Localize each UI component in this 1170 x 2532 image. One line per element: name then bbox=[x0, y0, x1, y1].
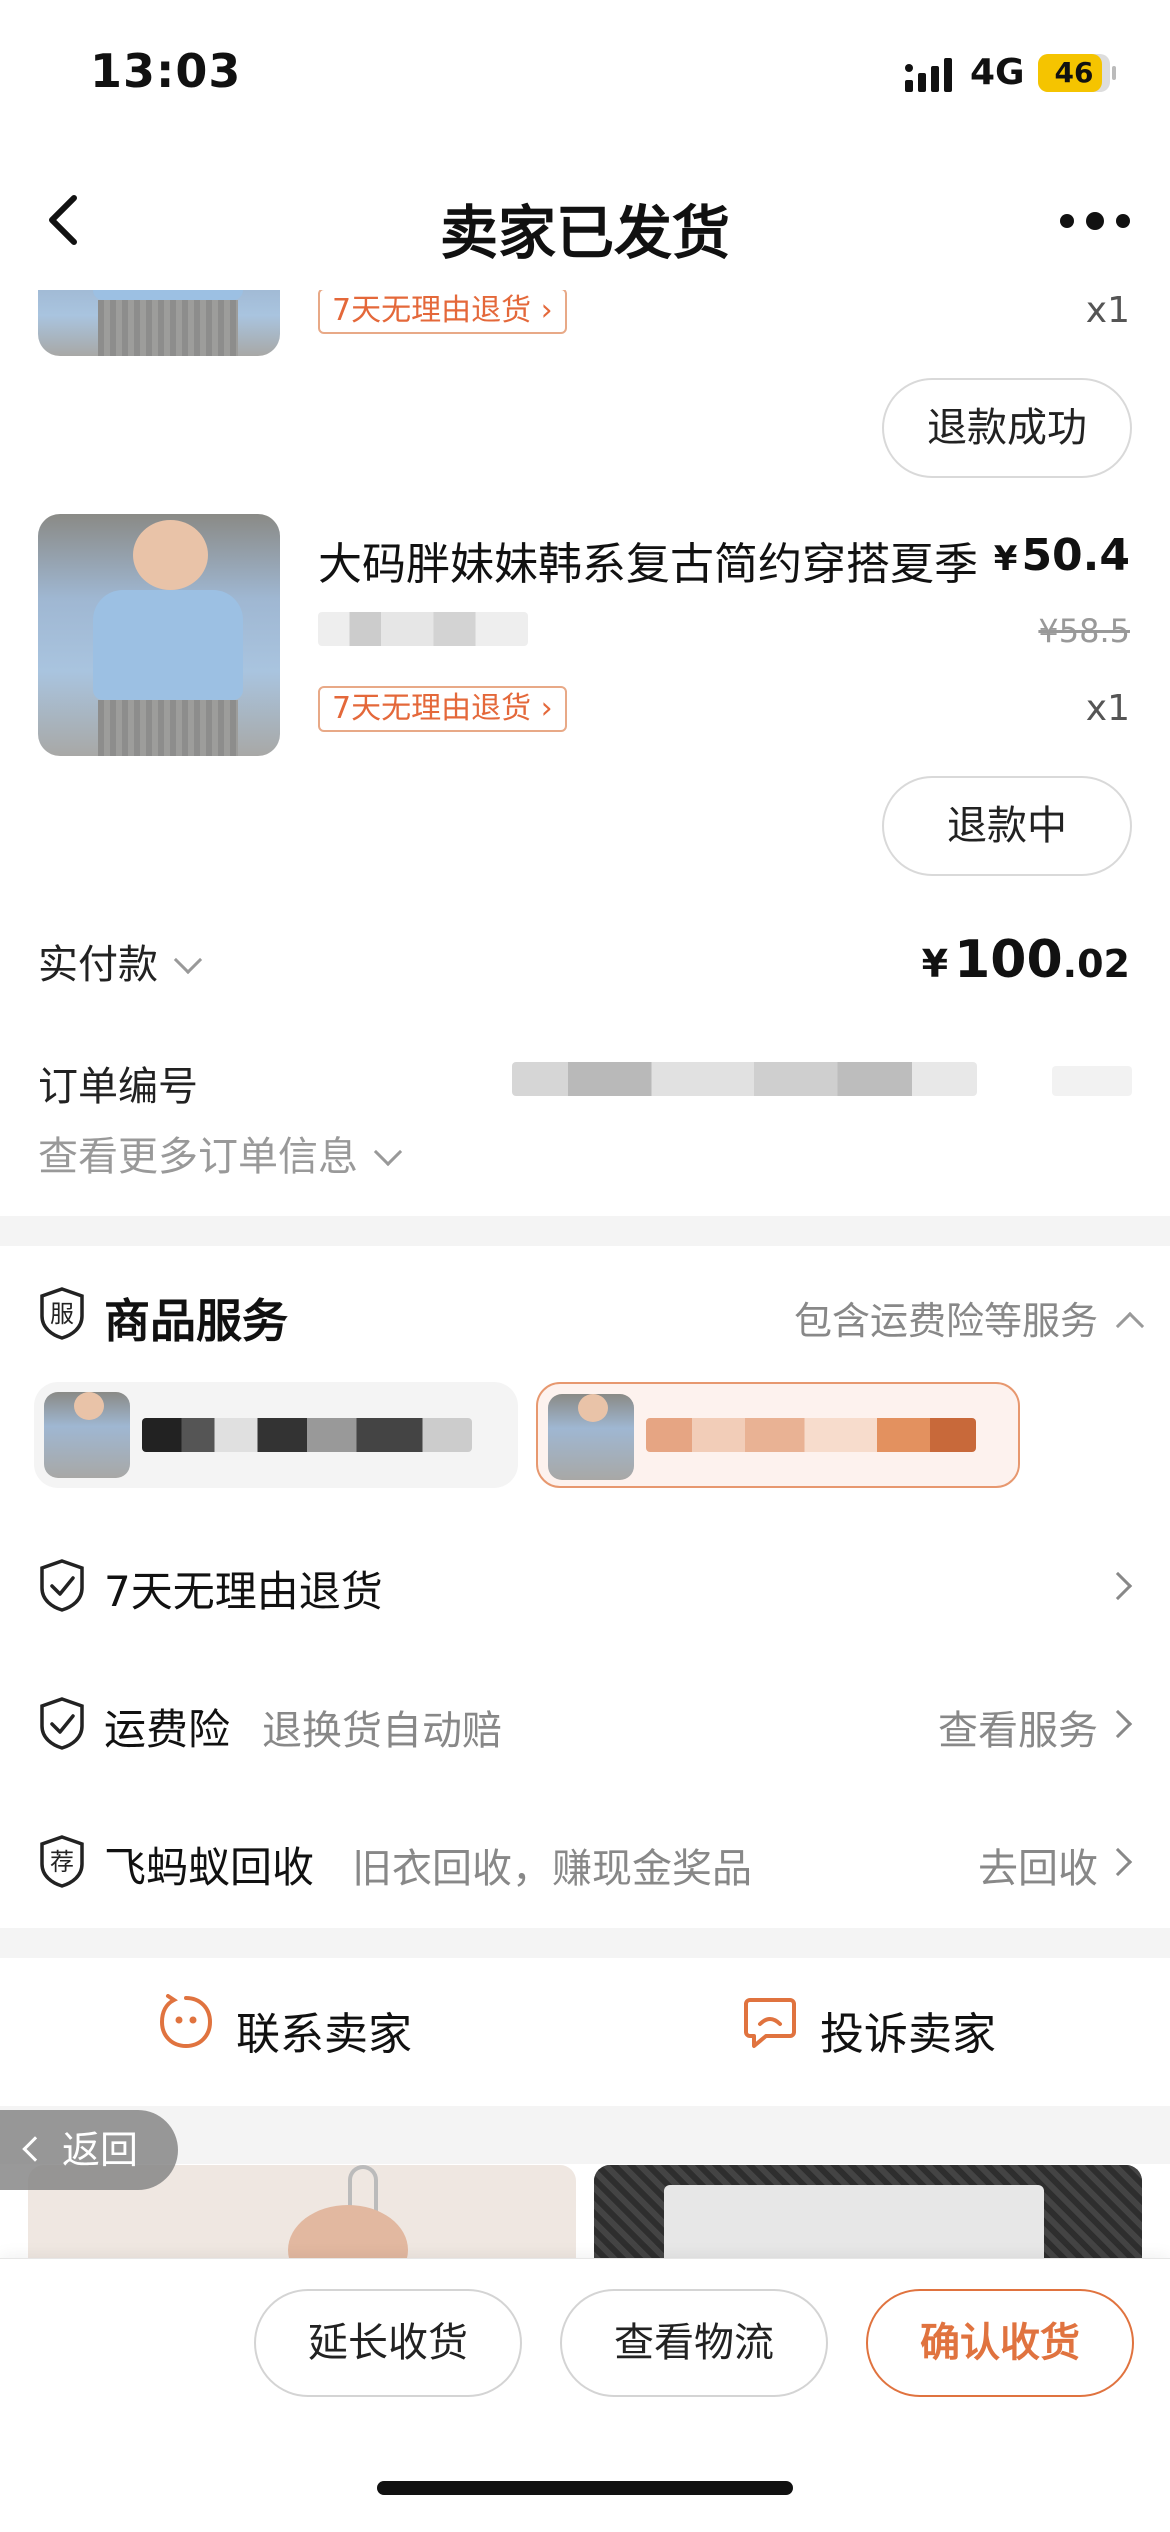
shield-check-icon bbox=[40, 1697, 84, 1750]
return-policy-tag: 7天无理由退货 › bbox=[318, 686, 567, 732]
refund-success-button[interactable]: 退款成功 bbox=[882, 378, 1132, 478]
product-spec-redacted bbox=[318, 612, 528, 646]
service-description: 退换货自动赔 bbox=[262, 1708, 502, 1754]
product-name[interactable]: 大码胖妹妹韩系复古简约穿搭夏季 bbox=[318, 528, 978, 592]
status-bar: 13:03 4G 46 bbox=[0, 0, 1170, 150]
recommend-badge-icon: 荐 bbox=[40, 1835, 84, 1888]
recycle-link[interactable]: 去回收 bbox=[978, 1836, 1098, 1894]
network-type: 4G bbox=[970, 52, 1025, 93]
svg-text:荐: 荐 bbox=[50, 1848, 74, 1876]
confirm-receipt-button[interactable]: 确认收货 bbox=[866, 2289, 1134, 2397]
battery-icon: 46 bbox=[1038, 54, 1110, 92]
paid-amount-label[interactable]: 实付款 bbox=[38, 932, 203, 990]
section-divider bbox=[0, 1216, 1170, 1246]
chevron-right-icon bbox=[1103, 1571, 1133, 1601]
navigation-bar: 卖家已发货 bbox=[0, 150, 1170, 290]
more-order-info-link[interactable]: 查看更多订单信息 bbox=[38, 1124, 403, 1182]
refund-in-progress-button[interactable]: 退款中 bbox=[882, 776, 1132, 876]
svg-text:服: 服 bbox=[50, 1300, 74, 1328]
view-logistics-button[interactable]: 查看物流 bbox=[560, 2289, 828, 2397]
product-thumbnail[interactable] bbox=[38, 514, 280, 756]
product-price: ¥50.4 bbox=[993, 530, 1130, 581]
service-product-chip-selected[interactable] bbox=[536, 1382, 1020, 1488]
service-badge-icon: 服 bbox=[40, 1287, 84, 1340]
chat-face-icon bbox=[159, 1994, 213, 2049]
service-row-return[interactable]: 7天无理由退货 bbox=[0, 1546, 1170, 1626]
order-number-label: 订单编号 bbox=[38, 1064, 198, 1110]
home-indicator bbox=[377, 2481, 793, 2495]
bottom-action-bar: 延长收货 查看物流 确认收货 bbox=[0, 2258, 1170, 2532]
chevron-right-icon bbox=[1103, 1847, 1133, 1877]
service-row-recycle[interactable]: 荐 飞蚂蚁回收 旧衣回收，赚现金奖品 去回收 bbox=[0, 1822, 1170, 1902]
cellular-signal-icon bbox=[905, 58, 952, 92]
item-quantity: x1 bbox=[1085, 290, 1130, 331]
section-divider bbox=[0, 1928, 1170, 1958]
service-section-title: 商品服务 bbox=[104, 1294, 288, 1348]
extend-receipt-button[interactable]: 延长收货 bbox=[254, 2289, 522, 2397]
chevron-down-icon bbox=[373, 1137, 403, 1167]
more-dots-icon[interactable] bbox=[1055, 198, 1135, 244]
complain-seller-button[interactable]: 投诉卖家 bbox=[742, 1990, 1042, 2070]
paid-amount: ¥100.02 bbox=[921, 930, 1130, 990]
contact-seller-button[interactable]: 联系卖家 bbox=[158, 1990, 458, 2070]
copy-redacted bbox=[1052, 1066, 1132, 1096]
original-price: ¥58.5 bbox=[1038, 612, 1130, 650]
return-policy-tag: 7天无理由退货 › bbox=[318, 288, 567, 334]
view-service-link[interactable]: 查看服务 bbox=[938, 1698, 1098, 1756]
battery-level: 46 bbox=[1054, 56, 1094, 89]
complaint-icon bbox=[744, 1998, 796, 2048]
chevron-down-icon bbox=[173, 945, 203, 975]
service-product-chip[interactable] bbox=[34, 1382, 518, 1488]
floating-back-button[interactable]: 返回 bbox=[0, 2110, 178, 2190]
service-row-shipping-insurance[interactable]: 运费险 退换货自动赔 查看服务 bbox=[0, 1684, 1170, 1764]
shield-check-icon bbox=[40, 1559, 84, 1612]
chevron-up-icon bbox=[1115, 1311, 1145, 1341]
service-name: 运费险 bbox=[104, 1705, 231, 1754]
service-name: 7天无理由退货 bbox=[104, 1567, 383, 1616]
chevron-right-icon bbox=[1103, 1709, 1133, 1739]
page-title: 卖家已发货 bbox=[439, 199, 730, 267]
service-summary-toggle[interactable]: 包含运费险等服务 bbox=[794, 1290, 1145, 1345]
service-name: 飞蚂蚁回收 bbox=[104, 1843, 315, 1892]
item-quantity: x1 bbox=[1085, 688, 1130, 729]
chevron-left-icon bbox=[22, 2136, 48, 2162]
order-number-redacted bbox=[512, 1062, 977, 1096]
status-time: 13:03 bbox=[90, 44, 242, 98]
service-description: 旧衣回收，赚现金奖品 bbox=[352, 1846, 752, 1892]
